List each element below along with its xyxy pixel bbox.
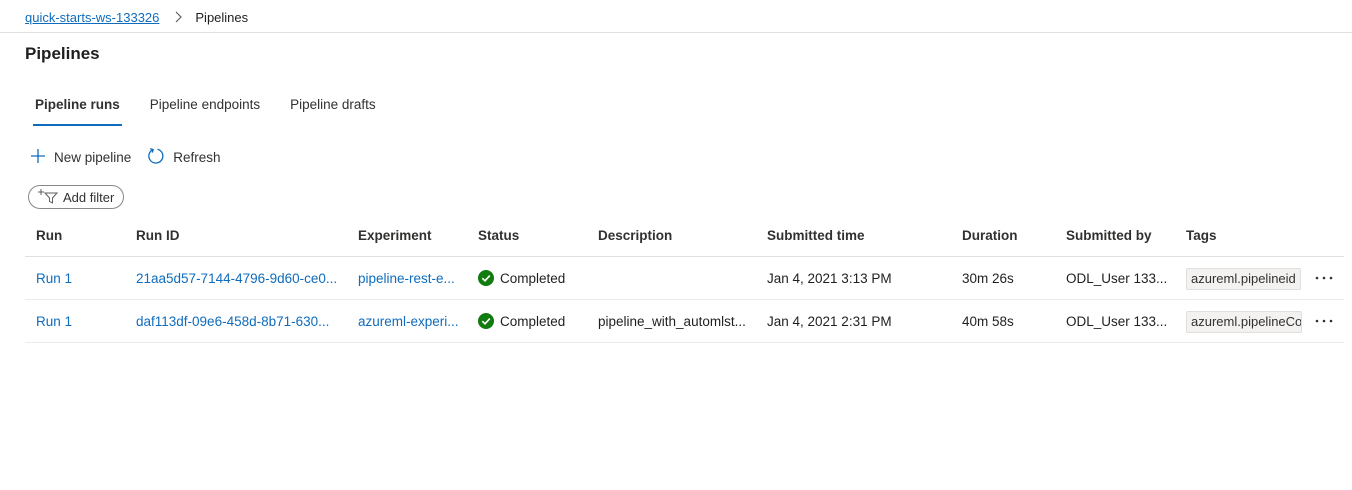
status-badge: Completed [478, 313, 587, 329]
command-bar: New pipeline Refresh [30, 147, 237, 168]
breadcrumb-current: Pipelines [195, 9, 249, 25]
tab-pipeline-drafts[interactable]: Pipeline drafts [280, 94, 386, 127]
tag-chip[interactable]: azureml.pipelineComponent [1186, 311, 1302, 333]
description-cell: pipeline_with_automlst... [598, 313, 746, 329]
tab-pipeline-runs[interactable]: Pipeline runs [25, 94, 130, 127]
pivot-tabs: Pipeline runs Pipeline endpoints Pipelin… [25, 94, 396, 128]
column-header-description[interactable]: Description [587, 228, 756, 243]
breadcrumb-workspace-link[interactable]: quick-starts-ws-133326 [25, 10, 159, 25]
column-header-status[interactable]: Status [467, 228, 587, 243]
pipeline-runs-table: Run Run ID Experiment Status Description… [25, 214, 1344, 343]
new-pipeline-label: New pipeline [54, 150, 132, 165]
status-text: Completed [500, 270, 566, 286]
plus-icon [30, 148, 54, 167]
status-text: Completed [500, 313, 566, 329]
tag-chip[interactable]: azureml.pipelineid [1186, 268, 1301, 290]
duration-cell: 40m 58s [962, 313, 1014, 329]
column-header-duration[interactable]: Duration [951, 228, 1055, 243]
add-filter-label: Add filter [63, 189, 115, 205]
add-filter-button[interactable]: Add filter [28, 185, 125, 209]
column-header-run-id[interactable]: Run ID [125, 228, 347, 243]
run-id-link[interactable]: daf113df-09e6-458d-8b71-630... [136, 314, 329, 329]
table-row[interactable]: Run 1 daf113df-09e6-458d-8b71-630... azu… [25, 300, 1344, 343]
submitted-by-cell: ODL_User 133... [1066, 313, 1168, 329]
experiment-link[interactable]: azureml-experi... [358, 314, 459, 329]
submitted-time-cell: Jan 4, 2021 2:31 PM [767, 313, 892, 329]
status-badge: Completed [478, 270, 587, 286]
checkmark-circle-icon [478, 270, 494, 286]
table-row[interactable]: Run 1 21aa5d57-7144-4796-9d60-ce0... pip… [25, 257, 1344, 300]
new-pipeline-button[interactable]: New pipeline [30, 148, 131, 167]
table-header: Run Run ID Experiment Status Description… [25, 214, 1344, 257]
duration-cell: 30m 26s [962, 270, 1014, 286]
chevron-right-icon [173, 10, 183, 24]
refresh-button[interactable]: Refresh [147, 147, 221, 168]
column-header-submitted-by[interactable]: Submitted by [1055, 228, 1175, 243]
breadcrumb: quick-starts-ws-133326 Pipelines [25, 8, 248, 26]
refresh-label: Refresh [173, 150, 221, 165]
column-header-tags[interactable]: Tags [1175, 228, 1304, 243]
refresh-icon [147, 147, 173, 168]
run-link[interactable]: Run 1 [36, 314, 72, 329]
submitted-by-cell: ODL_User 133... [1066, 270, 1168, 286]
more-horizontal-icon[interactable] [1310, 264, 1338, 292]
column-header-submitted-time[interactable]: Submitted time [756, 228, 951, 243]
filter-add-icon [37, 188, 63, 207]
more-horizontal-icon[interactable] [1310, 307, 1338, 335]
run-link[interactable]: Run 1 [36, 271, 72, 286]
experiment-link[interactable]: pipeline-rest-e... [358, 271, 455, 286]
column-header-experiment[interactable]: Experiment [347, 228, 467, 243]
run-id-link[interactable]: 21aa5d57-7144-4796-9d60-ce0... [136, 271, 337, 286]
submitted-time-cell: Jan 4, 2021 3:13 PM [767, 270, 892, 286]
header-divider [0, 32, 1352, 33]
tab-pipeline-endpoints[interactable]: Pipeline endpoints [140, 94, 270, 127]
page-title: Pipelines [25, 44, 100, 63]
column-header-run[interactable]: Run [25, 228, 125, 243]
checkmark-circle-icon [478, 313, 494, 329]
